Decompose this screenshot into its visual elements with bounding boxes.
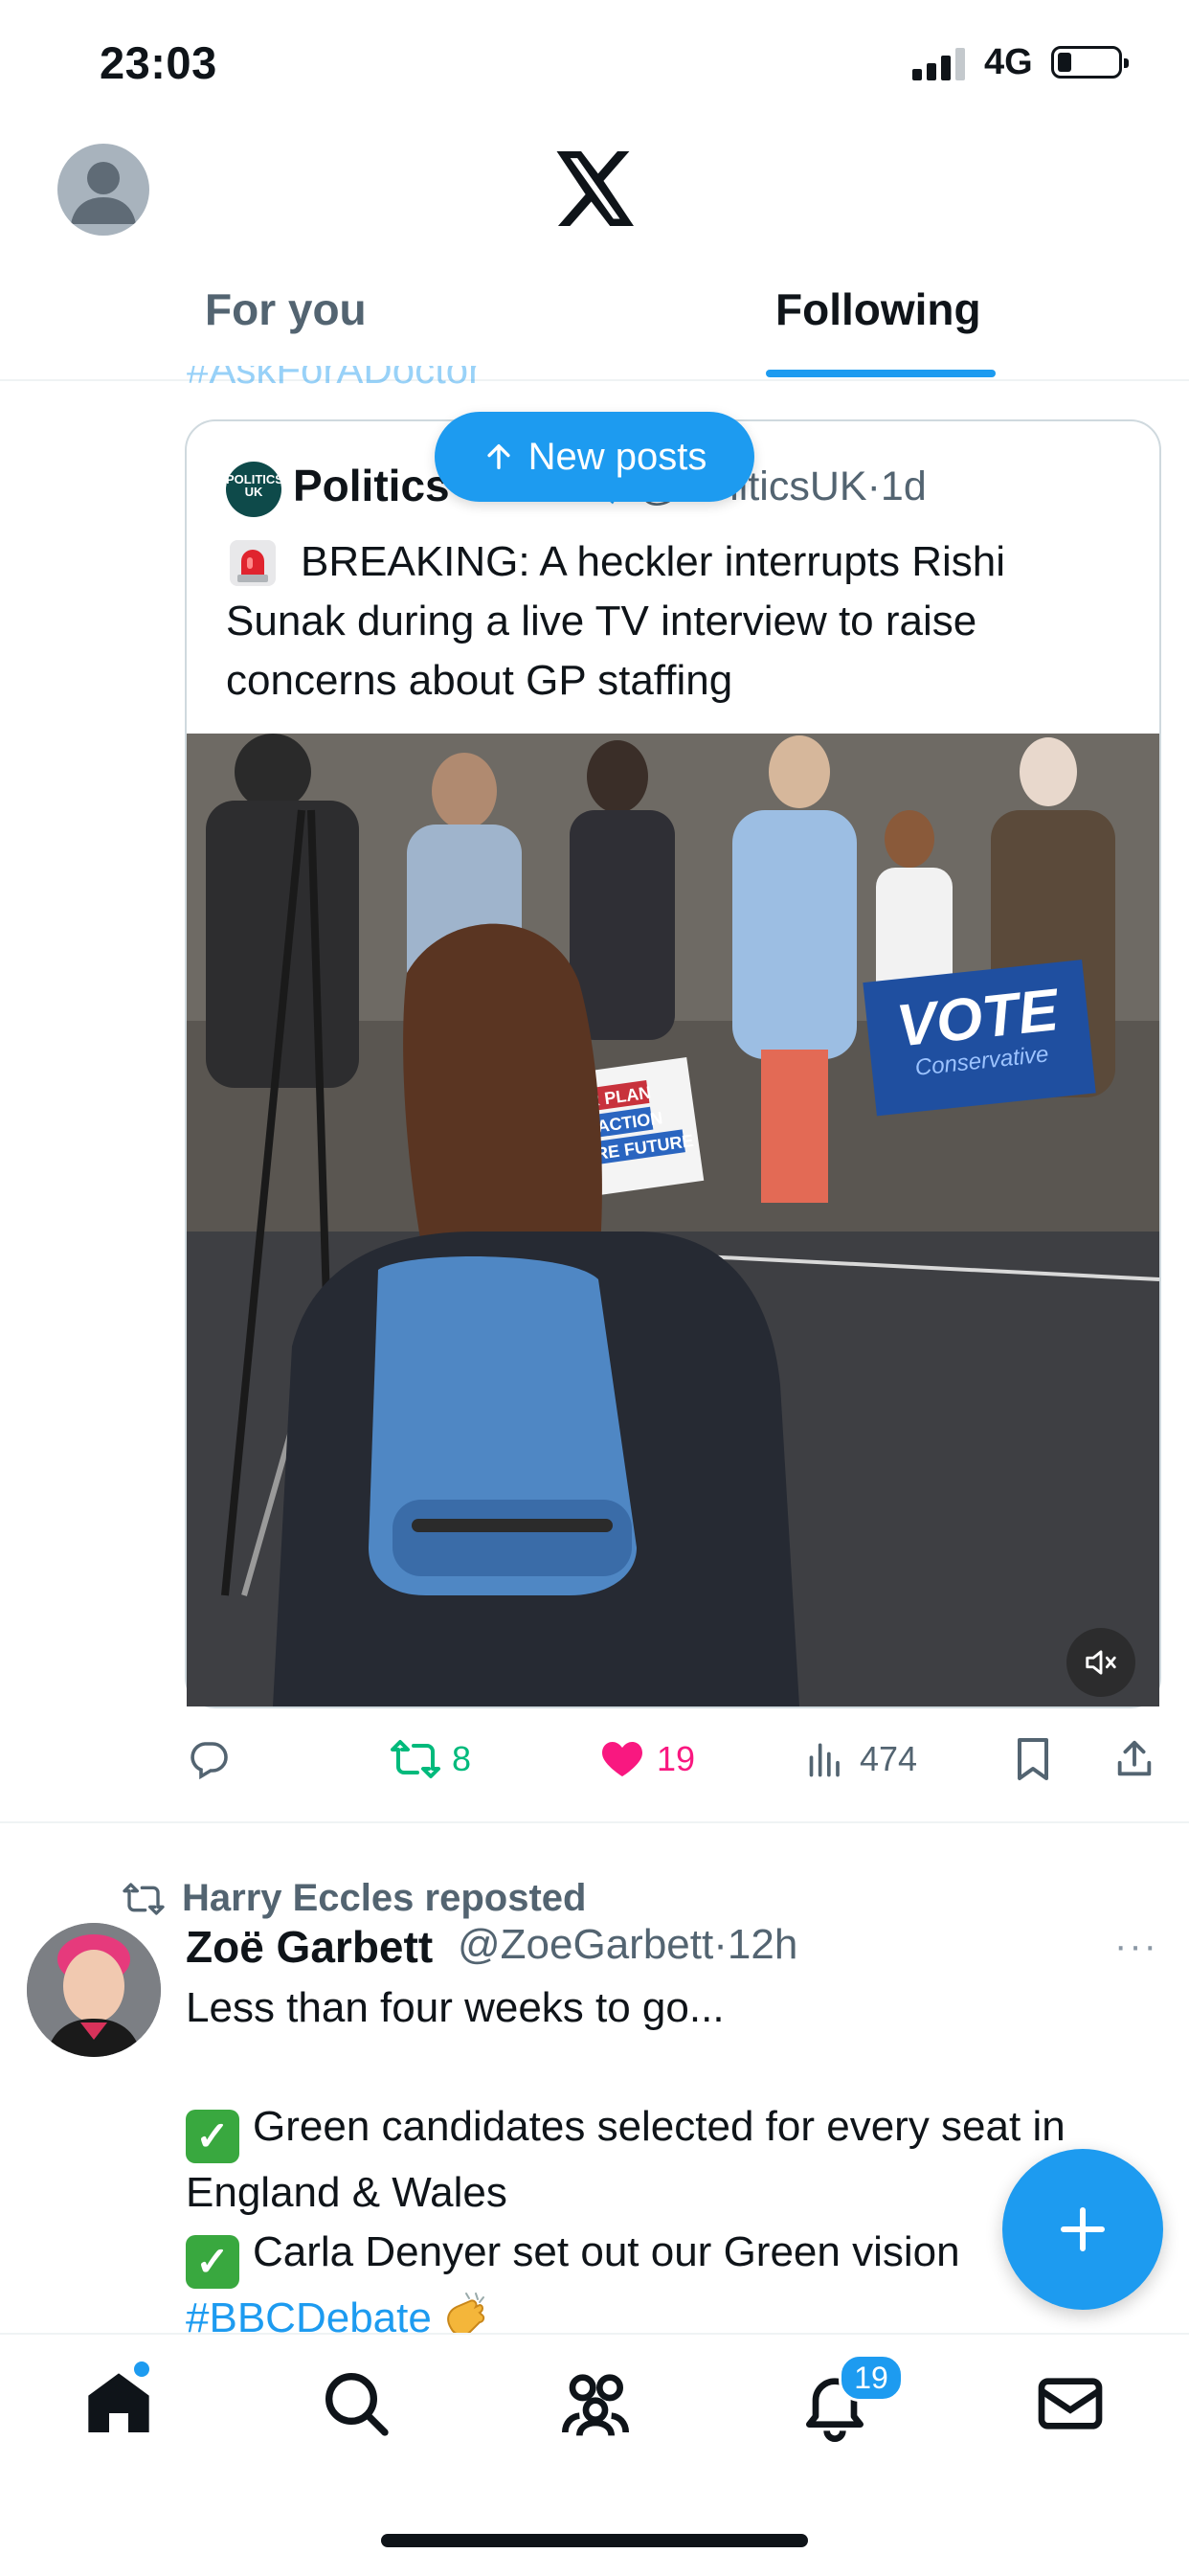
like-count: 19: [657, 1739, 696, 1778]
repost-button[interactable]: 8: [391, 1735, 471, 1783]
author-meta: @ZoeGarbett·12h: [458, 1921, 797, 1969]
reposted-by-label: Harry Eccles reposted: [182, 1877, 587, 1919]
network-type: 4G: [984, 42, 1033, 82]
heart-icon: [602, 1742, 642, 1776]
author-handle: @ZoeGarbett: [458, 1921, 714, 1968]
x-logo-icon[interactable]: [555, 151, 638, 226]
reply-icon: [191, 1742, 228, 1780]
post-time: 12h: [727, 1921, 798, 1968]
post-video[interactable]: VOTE Conservative CLEAR PLAN BOLD ACTION…: [187, 734, 1159, 1706]
video-frame: VOTE Conservative CLEAR PLAN BOLD ACTION…: [187, 734, 1159, 1706]
repost-icon: [391, 1740, 440, 1778]
home-unread-dot: [134, 2361, 149, 2377]
views-button[interactable]: 474: [806, 1735, 917, 1783]
author-name[interactable]: Zoë Garbett: [186, 1921, 433, 1973]
tab-following[interactable]: Following: [775, 283, 981, 335]
communities-icon[interactable]: [557, 2365, 634, 2442]
profile-avatar[interactable]: [57, 144, 149, 236]
post-line-2: Green candidates selected for every seat…: [186, 2103, 1066, 2216]
meta-separator: ·: [866, 463, 881, 509]
post-text: Less than four weeks to go... ✓ Green can…: [186, 1978, 1162, 2348]
quoted-time: 1d: [880, 463, 927, 509]
views-count: 474: [860, 1739, 918, 1778]
quoted-post-text: BREAKING: A heckler interrupts Rishi Sun…: [226, 532, 1116, 711]
meta-separator: ·: [713, 1921, 728, 1968]
post-line-3: Carla Denyer set out our Green vision: [253, 2228, 960, 2275]
messages-icon[interactable]: [1032, 2365, 1109, 2442]
arrow-up-icon: [487, 443, 510, 470]
notifications-badge: 19: [839, 2354, 904, 2402]
share-icon: [1117, 1740, 1152, 1776]
bookmark-button[interactable]: [1013, 1735, 1053, 1783]
check-emoji-icon: ✓: [186, 2235, 239, 2289]
avatar-logo-text: POLITICS UK: [226, 472, 283, 499]
compose-button[interactable]: [1002, 2149, 1163, 2310]
mute-button[interactable]: [1066, 1628, 1135, 1697]
analytics-icon: [809, 1743, 840, 1777]
new-posts-label: New posts: [527, 435, 707, 478]
quoted-post-body: BREAKING: A heckler interrupts Rishi Sun…: [226, 538, 1006, 704]
status-time: 23:03: [100, 37, 217, 88]
tab-for-you[interactable]: For you: [205, 283, 367, 335]
repost-icon: [123, 1882, 165, 1915]
plus-icon: [1061, 2207, 1105, 2251]
home-indicator: [381, 2534, 808, 2547]
search-icon[interactable]: [318, 2365, 394, 2442]
home-icon[interactable]: [80, 2365, 157, 2442]
previous-post-peek: #AskForADoctor: [187, 347, 482, 392]
author-avatar[interactable]: [27, 1923, 161, 2057]
post-line-1: Less than four weeks to go...: [186, 1984, 725, 2031]
share-button[interactable]: [1112, 1735, 1156, 1783]
reply-button[interactable]: [186, 1735, 232, 1783]
header-divider: [0, 379, 1189, 381]
repost-count: 8: [452, 1739, 472, 1778]
check-emoji-icon: ✓: [186, 2110, 239, 2163]
avatar-photo: [27, 1923, 161, 2057]
like-button[interactable]: 19: [599, 1735, 695, 1783]
more-options-button[interactable]: ···: [1114, 1925, 1158, 1968]
active-tab-indicator: [766, 370, 996, 377]
new-posts-button[interactable]: New posts: [435, 412, 754, 502]
post-divider: [0, 1821, 1189, 1823]
speaker-muted-icon: [1086, 1650, 1116, 1675]
battery-icon: [1051, 46, 1129, 79]
politics-uk-avatar[interactable]: POLITICS UK: [226, 462, 283, 517]
repost-context[interactable]: Harry Eccles reposted: [123, 1877, 586, 1920]
signal-icon: [912, 46, 968, 80]
bookmark-icon: [1018, 1738, 1048, 1780]
